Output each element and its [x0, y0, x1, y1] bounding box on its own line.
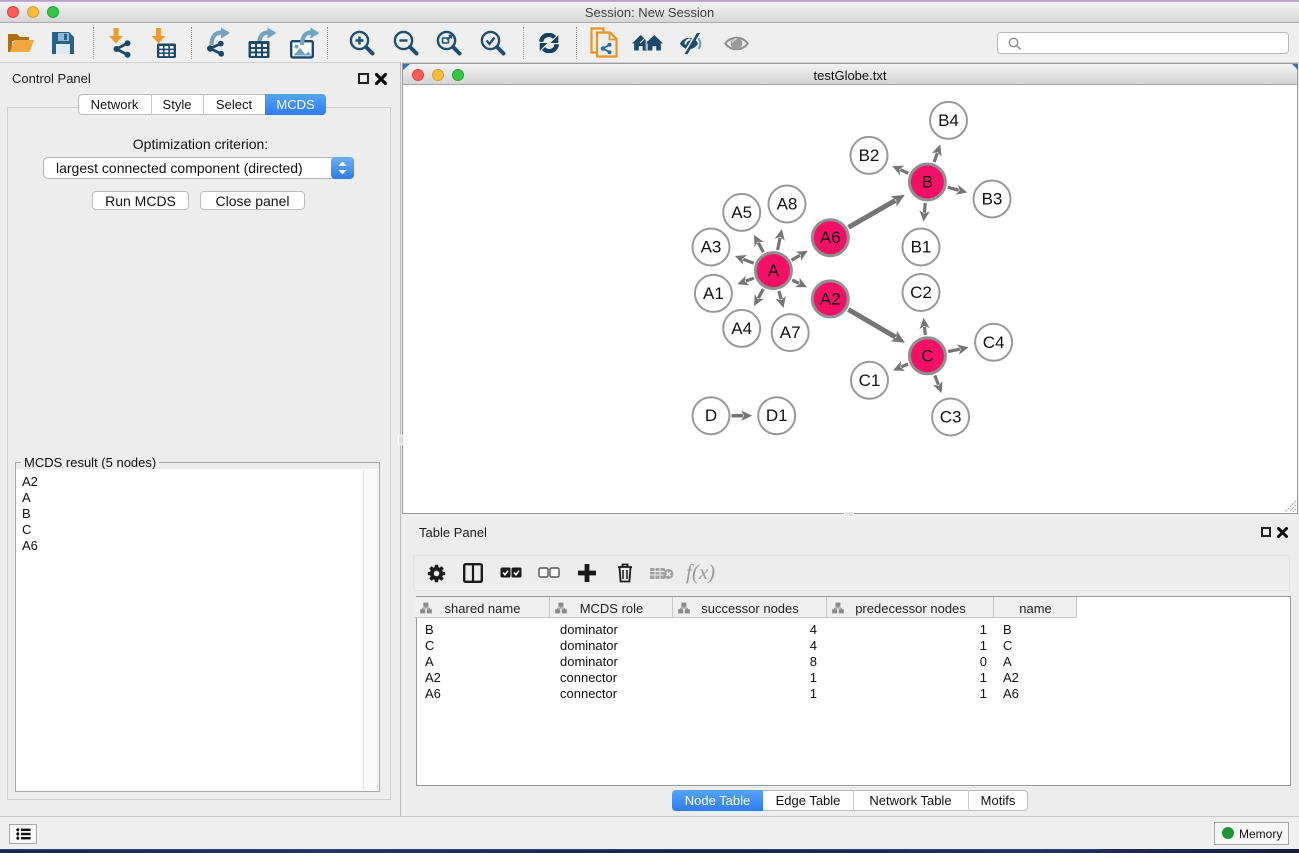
svg-text:A: A [768, 261, 780, 280]
svg-text:C2: C2 [910, 283, 932, 302]
svg-text:A1: A1 [703, 284, 724, 303]
svg-text:C1: C1 [859, 371, 881, 390]
svg-text:B1: B1 [911, 238, 932, 257]
svg-text:A8: A8 [777, 195, 798, 214]
svg-text:D: D [705, 406, 717, 425]
svg-text:B3: B3 [982, 190, 1003, 209]
svg-text:A2: A2 [820, 289, 841, 308]
svg-text:D1: D1 [766, 406, 788, 425]
svg-text:B4: B4 [938, 111, 959, 130]
svg-text:A4: A4 [731, 319, 752, 338]
svg-text:B2: B2 [859, 146, 880, 165]
svg-text:A5: A5 [731, 203, 752, 222]
svg-text:C4: C4 [983, 333, 1005, 352]
svg-text:A3: A3 [701, 238, 722, 257]
svg-text:A6: A6 [820, 228, 841, 247]
svg-text:A7: A7 [780, 323, 801, 342]
svg-text:C: C [921, 346, 933, 365]
svg-text:C3: C3 [940, 408, 962, 427]
svg-text:B: B [922, 173, 933, 192]
